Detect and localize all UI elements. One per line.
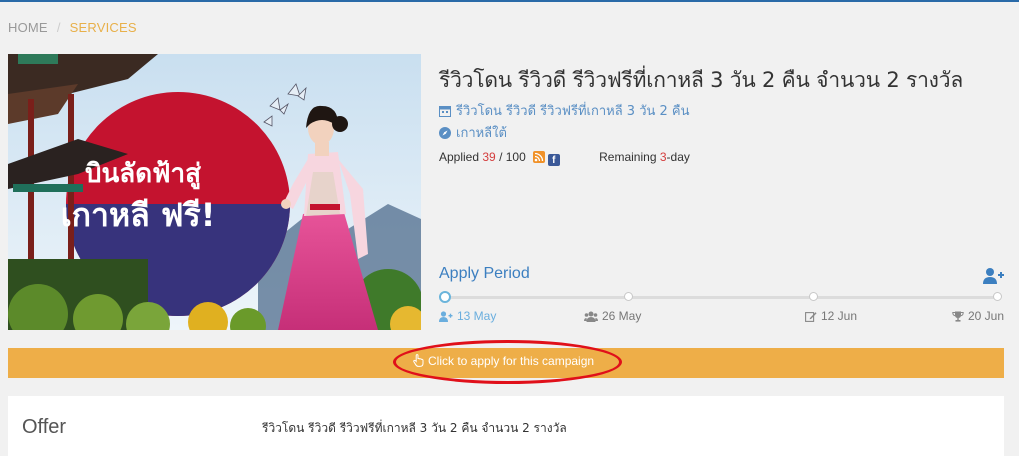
milestone-date: 20 Jun bbox=[968, 309, 1005, 323]
campaign-subtitle: รีวิวโดน รีวิวดี รีวิวฟรีที่เกาหลี 3 วัน… bbox=[456, 104, 690, 119]
timeline-track bbox=[444, 296, 998, 299]
offer-title: Offer bbox=[22, 416, 67, 438]
timeline-dot-start bbox=[439, 291, 451, 303]
hand-pointer-icon bbox=[413, 354, 424, 367]
campaign-subtitle-row[interactable]: รีวิวโดน รีวิวดี รีวิวฟรีที่เกาหลี 3 วัน… bbox=[439, 100, 690, 121]
banner-line1: บินลัดฟ้าสู่ bbox=[85, 159, 201, 190]
calendar-icon bbox=[439, 106, 451, 117]
top-border bbox=[0, 0, 1019, 2]
timeline-dot bbox=[993, 292, 1002, 301]
applied-count: 39 bbox=[482, 150, 496, 164]
user-plus-icon[interactable] bbox=[983, 267, 1005, 290]
offer-text: รีวิวโดน รีวิวดี รีวิวฟรีที่เกาหลี 3 วัน… bbox=[262, 421, 567, 435]
breadcrumb-home[interactable]: HOME bbox=[8, 20, 48, 35]
milestone-date: 12 Jun bbox=[821, 309, 858, 323]
campaign-banner-image: บินลัดฟ้าสู่ เกาหลี ฟรี! bbox=[8, 54, 421, 330]
remaining-value: 3 bbox=[659, 150, 667, 164]
banner-line2: เกาหลี ฟรี! bbox=[61, 196, 216, 234]
apply-button-text: Click to apply for this campaign bbox=[428, 354, 595, 368]
breadcrumb-separator: / bbox=[56, 20, 61, 35]
facebook-icon[interactable]: f bbox=[547, 154, 560, 166]
breadcrumb: HOME / SERVICES bbox=[8, 20, 137, 35]
breadcrumb-current[interactable]: SERVICES bbox=[70, 20, 137, 35]
timeline-milestone-announce: 26 May bbox=[584, 309, 641, 323]
timeline-dot bbox=[624, 292, 633, 301]
timeline-milestone-start: 13 May bbox=[439, 309, 496, 323]
apply-campaign-label[interactable]: Click to apply for this campaign bbox=[412, 354, 594, 368]
timeline-milestone-review: 12 Jun bbox=[805, 309, 857, 323]
milestone-date: 26 May bbox=[602, 309, 642, 323]
campaign-stats: Applied 39 / 100 f Remaining 3-day bbox=[439, 150, 690, 166]
apply-period-title: Apply Period bbox=[439, 265, 530, 282]
applied-total: / 100 bbox=[499, 150, 526, 164]
compass-icon bbox=[439, 127, 451, 139]
remaining-unit: -day bbox=[666, 150, 690, 164]
remaining-label: Remaining bbox=[599, 150, 657, 164]
campaign-location: เกาหลีใต้ bbox=[456, 126, 507, 141]
rss-icon[interactable] bbox=[532, 151, 545, 163]
trophy-icon bbox=[952, 311, 964, 322]
timeline-milestone-winner: 20 Jun bbox=[952, 309, 1004, 323]
users-icon bbox=[584, 311, 598, 322]
timeline-dot bbox=[809, 292, 818, 301]
milestone-date: 13 May bbox=[457, 309, 497, 323]
campaign-title: รีวิวโดน รีวิวดี รีวิวฟรีที่เกาหลี 3 วัน… bbox=[439, 68, 963, 92]
campaign-location-row[interactable]: เกาหลีใต้ bbox=[439, 122, 507, 143]
applied-label: Applied bbox=[439, 150, 480, 164]
edit-icon bbox=[805, 312, 817, 322]
user-plus-icon bbox=[439, 311, 453, 322]
